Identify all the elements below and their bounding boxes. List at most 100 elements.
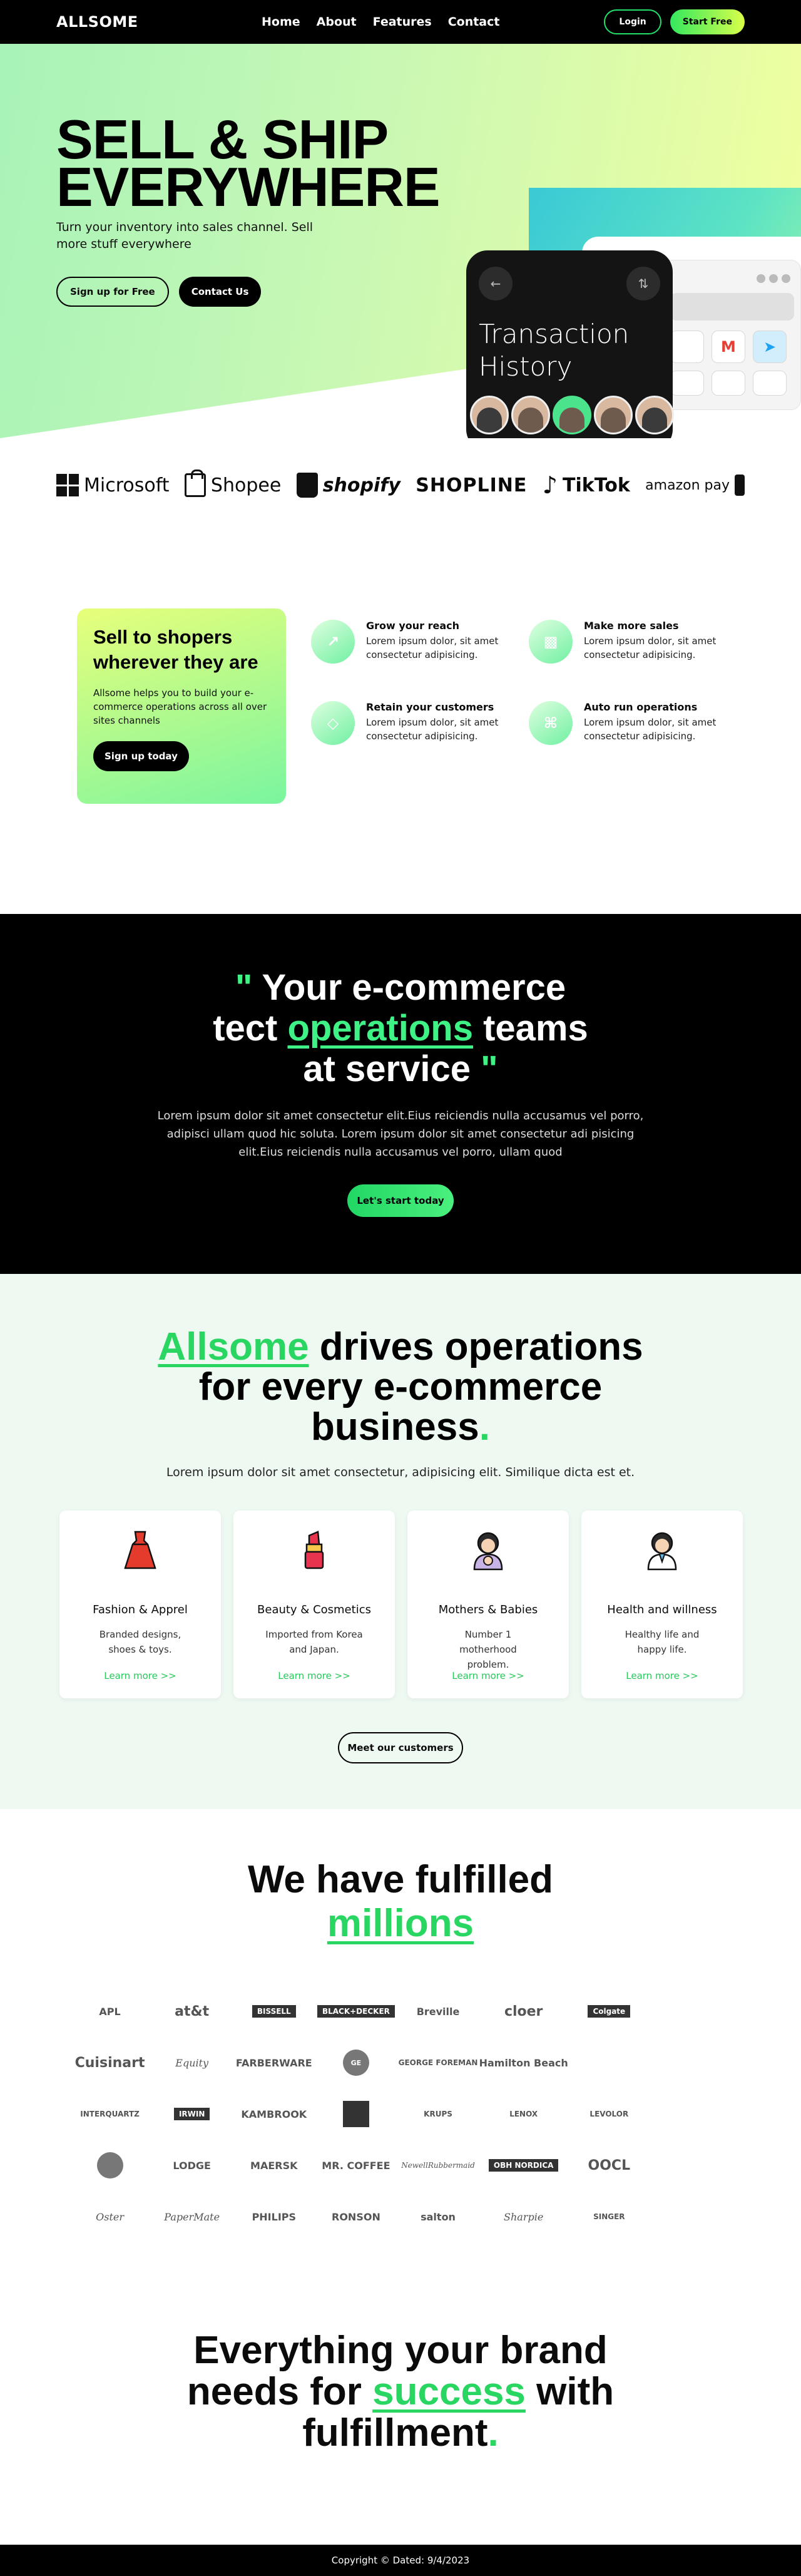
category-card-beauty: Beauty & Cosmetics Imported from Korea a… <box>233 1511 395 1698</box>
phone-title: Transaction History <box>479 318 629 383</box>
shopee-bag-icon <box>184 470 206 497</box>
brand-logo: cloer <box>504 2003 543 2019</box>
brand-logo: salton <box>421 2210 456 2223</box>
signup-free-button[interactable]: Sign up for Free <box>56 277 169 307</box>
filter-icon: ⇅ <box>626 267 660 300</box>
avatar <box>594 396 633 434</box>
feature-title: Grow your reach <box>366 620 460 632</box>
brand-logo: IRWIN <box>173 2108 210 2120</box>
service-section: " Your e-commerce tect operations teams … <box>0 914 801 1274</box>
features-section: Sell to shopers wherever they are Allsom… <box>0 545 801 914</box>
allsome-highlight: Allsome <box>158 1325 309 1368</box>
avatar-selected <box>553 396 591 434</box>
brand-logo: at&t <box>175 2003 210 2019</box>
contact-us-button[interactable]: Contact Us <box>178 277 262 307</box>
meet-customers-button[interactable]: Meet our customers <box>338 1732 463 1763</box>
window-dots-icon <box>757 274 790 283</box>
millions-line1: We have fulfilled <box>247 1858 554 1901</box>
millions-highlight: millions <box>327 1902 474 1945</box>
avatar <box>635 396 674 434</box>
nav-links: Home About Features Contact <box>262 15 499 29</box>
youtube-icon <box>753 371 787 396</box>
learn-more-link[interactable]: Learn more >> <box>59 1670 221 1681</box>
service-line2-post: teams <box>472 1008 588 1049</box>
brand-logo[interactable]: ALLSOME <box>56 13 138 31</box>
dress-icon <box>124 1531 156 1569</box>
nav-features-link[interactable]: Features <box>373 15 432 29</box>
final-line3: fulfillment <box>302 2411 488 2455</box>
learn-more-link[interactable]: Learn more >> <box>233 1670 395 1681</box>
category-title: Health and willness <box>607 1603 717 1616</box>
category-cards: Fashion & Apprel Branded designs, shoes … <box>59 1511 743 1698</box>
brand-logo: GEORGE FOREMAN <box>398 2058 478 2067</box>
final-highlight: success <box>372 2370 526 2413</box>
heading-dot: . <box>479 1405 490 1449</box>
brand-logo: Equity <box>175 2056 209 2069</box>
app-tile-icon <box>670 371 704 396</box>
brand-logo: Sharpie <box>504 2210 544 2223</box>
nav-contact-link[interactable]: Contact <box>448 15 500 29</box>
service-line2-pre: tect <box>213 1008 288 1049</box>
brand-logo: LODGE <box>173 2159 211 2172</box>
brand-logo: GE <box>342 2050 369 2076</box>
app-icons-row-2 <box>670 371 787 396</box>
phone-mockup: ← ⇅ Transaction History <box>466 250 674 438</box>
lets-start-button[interactable]: Let's start today <box>347 1184 454 1217</box>
bar-chart-icon: ▩ <box>529 620 573 664</box>
final-section: Everything your brand needs for success … <box>0 2291 801 2545</box>
learn-more-link[interactable]: Learn more >> <box>581 1670 743 1681</box>
categories-heading-line2: for every e-commerce <box>198 1365 603 1409</box>
brand-logo: LENOX <box>509 2110 538 2118</box>
sell-to-shoppers-card: Sell to shopers wherever they are Allsom… <box>77 608 286 804</box>
signup-today-button[interactable]: Sign up today <box>93 741 189 771</box>
service-line1: Your e-commerce <box>262 967 566 1008</box>
lipstick-icon <box>304 1531 324 1569</box>
phone-title-line1: Transaction <box>479 319 630 349</box>
brand-logo: BLACK+DECKER <box>317 2005 395 2018</box>
brand-logo <box>342 2101 369 2127</box>
brand-logo: MAERSK <box>250 2159 298 2172</box>
category-text: Branded designs, shoes & toys. <box>99 1629 181 1655</box>
category-text: Number 1 motherhood problem. <box>459 1629 517 1670</box>
nav-home-link[interactable]: Home <box>262 15 300 29</box>
twitter-icon: ➤ <box>753 331 787 363</box>
shopline-logo: SHOPLINE <box>416 475 527 496</box>
login-button[interactable]: Login <box>604 9 661 34</box>
shopify-bag-icon <box>296 473 318 498</box>
close-quote: " <box>481 1049 498 1089</box>
avatar <box>470 396 509 434</box>
hero-buttons: Sign up for Free Contact Us <box>56 277 262 307</box>
brand-logo-grid: APL at&t BISSELL BLACK+DECKER Breville c… <box>69 1986 732 2275</box>
final-line1: Everything your brand <box>193 2329 608 2372</box>
brand-logo: SINGER <box>593 2212 625 2221</box>
brand-logo: OOCL <box>588 2157 631 2173</box>
final-line2-pre: needs for <box>186 2370 373 2413</box>
chart-icon: ↗ <box>311 620 355 664</box>
brand-logo: BISSELL <box>252 2005 296 2018</box>
brand-logo: MR. COFFEE <box>322 2159 390 2172</box>
tiktok-logo: ♪ TikTok <box>543 471 630 499</box>
brand-logo: INTERQUARTZ <box>80 2110 140 2118</box>
open-quote: " <box>235 967 253 1008</box>
feature-card-text: Allsome helps you to build your e-commer… <box>93 687 267 726</box>
categories-section: Allsome drives operations for every e-co… <box>0 1274 801 1809</box>
feature-card-title: Sell to shopers wherever they are <box>93 626 258 673</box>
app-tile-icon <box>670 331 704 363</box>
mother-baby-icon <box>473 1532 503 1571</box>
hero-section: SELL & SHIP EVERYWHERE Turn your invento… <box>0 44 801 438</box>
category-text: Imported from Korea and Japan. <box>265 1629 363 1655</box>
start-free-button[interactable]: Start Free <box>670 9 745 34</box>
footer: Copyright © Dated: 9/4/2023 <box>0 2545 801 2576</box>
categories-subtitle: Lorem ipsum dolor sit amet consectetur, … <box>166 1465 635 1479</box>
mock-search-bar <box>670 293 794 321</box>
category-text: Healthy life and happy life. <box>625 1629 700 1655</box>
app-icons-row: M ➤ <box>670 331 787 363</box>
final-heading: Everything your brand needs for success … <box>0 2330 801 2454</box>
brand-logo <box>96 2152 123 2178</box>
learn-more-link[interactable]: Learn more >> <box>407 1670 569 1681</box>
brand-logo: PaperMate <box>164 2210 220 2223</box>
brand-logo: PHILIPS <box>252 2210 297 2223</box>
feature-text: Lorem ipsum dolor, sit amet consectetur … <box>584 635 717 660</box>
nav-about-link[interactable]: About <box>317 15 357 29</box>
brand-logo: KRUPS <box>424 2110 452 2118</box>
